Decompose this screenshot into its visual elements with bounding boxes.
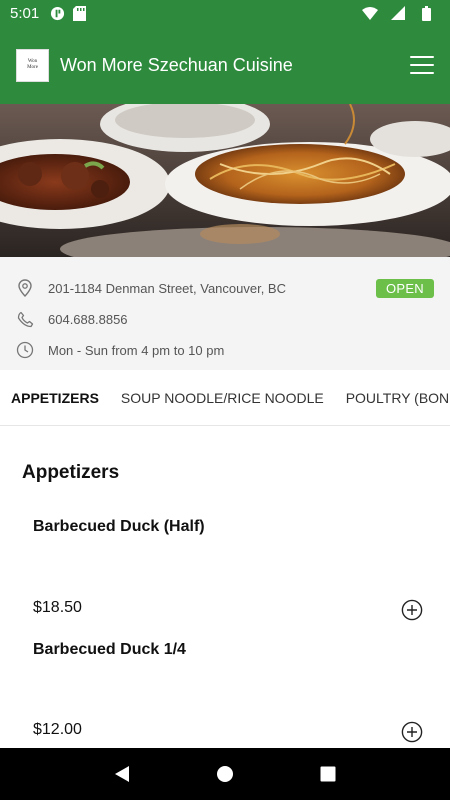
hours-text: Mon - Sun from 4 pm to 10 pm — [48, 342, 225, 358]
app-icon — [49, 5, 65, 21]
restaurant-logo: Won More — [16, 48, 49, 82]
app-bar: Won More Won More Szechuan Cuisine — [0, 26, 450, 104]
menu-content: Appetizers Barbecued Duck (Half) $18.50 … — [0, 426, 450, 748]
system-nav-bar — [0, 748, 450, 800]
status-bar: 5:01 — [0, 0, 450, 26]
hero-food-image — [0, 104, 450, 257]
menu-item-price: $18.50 — [33, 599, 82, 616]
phone-row[interactable]: 604.688.8856 — [16, 307, 128, 331]
restaurant-info: 201-1184 Denman Street, Vancouver, BC OP… — [0, 257, 450, 370]
back-icon[interactable] — [107, 759, 137, 789]
clock-icon — [16, 341, 34, 359]
app-title: Won More Szechuan Cuisine — [60, 54, 293, 75]
add-item-icon[interactable] — [401, 721, 423, 743]
category-tabs: APPETIZERS SOUP NOODLE/RICE NOODLE POULT… — [0, 370, 450, 426]
open-status-badge: OPEN — [375, 279, 434, 298]
logo-text-line2: More — [27, 65, 38, 70]
menu-item-price: $12.00 — [33, 721, 82, 738]
add-item-icon[interactable] — [401, 599, 423, 621]
menu-item-name: Barbecued Duck (Half) — [33, 518, 205, 535]
menu-item-name: Barbecued Duck 1/4 — [33, 641, 186, 658]
recents-icon[interactable] — [313, 759, 343, 789]
location-pin-icon — [16, 279, 34, 297]
hamburger-menu-icon[interactable] — [410, 56, 434, 74]
status-time: 5:01 — [10, 4, 40, 22]
phone-text: 604.688.8856 — [48, 311, 128, 327]
sd-card-icon — [71, 5, 87, 21]
address-text: 201-1184 Denman Street, Vancouver, BC — [48, 280, 286, 296]
wifi-icon — [362, 5, 378, 21]
address-row[interactable]: 201-1184 Denman Street, Vancouver, BC — [16, 276, 286, 300]
signal-icon — [390, 5, 406, 21]
battery-icon — [418, 5, 434, 21]
tab-soup-noodle-rice-noodle[interactable]: SOUP NOODLE/RICE NOODLE — [110, 370, 335, 425]
tab-appetizers[interactable]: APPETIZERS — [0, 370, 110, 425]
home-icon[interactable] — [210, 759, 240, 789]
section-title: Appetizers — [22, 462, 120, 483]
phone-icon — [16, 310, 34, 328]
hours-row: Mon - Sun from 4 pm to 10 pm — [16, 338, 224, 362]
tab-poultry[interactable]: POULTRY (BON — [335, 370, 450, 425]
